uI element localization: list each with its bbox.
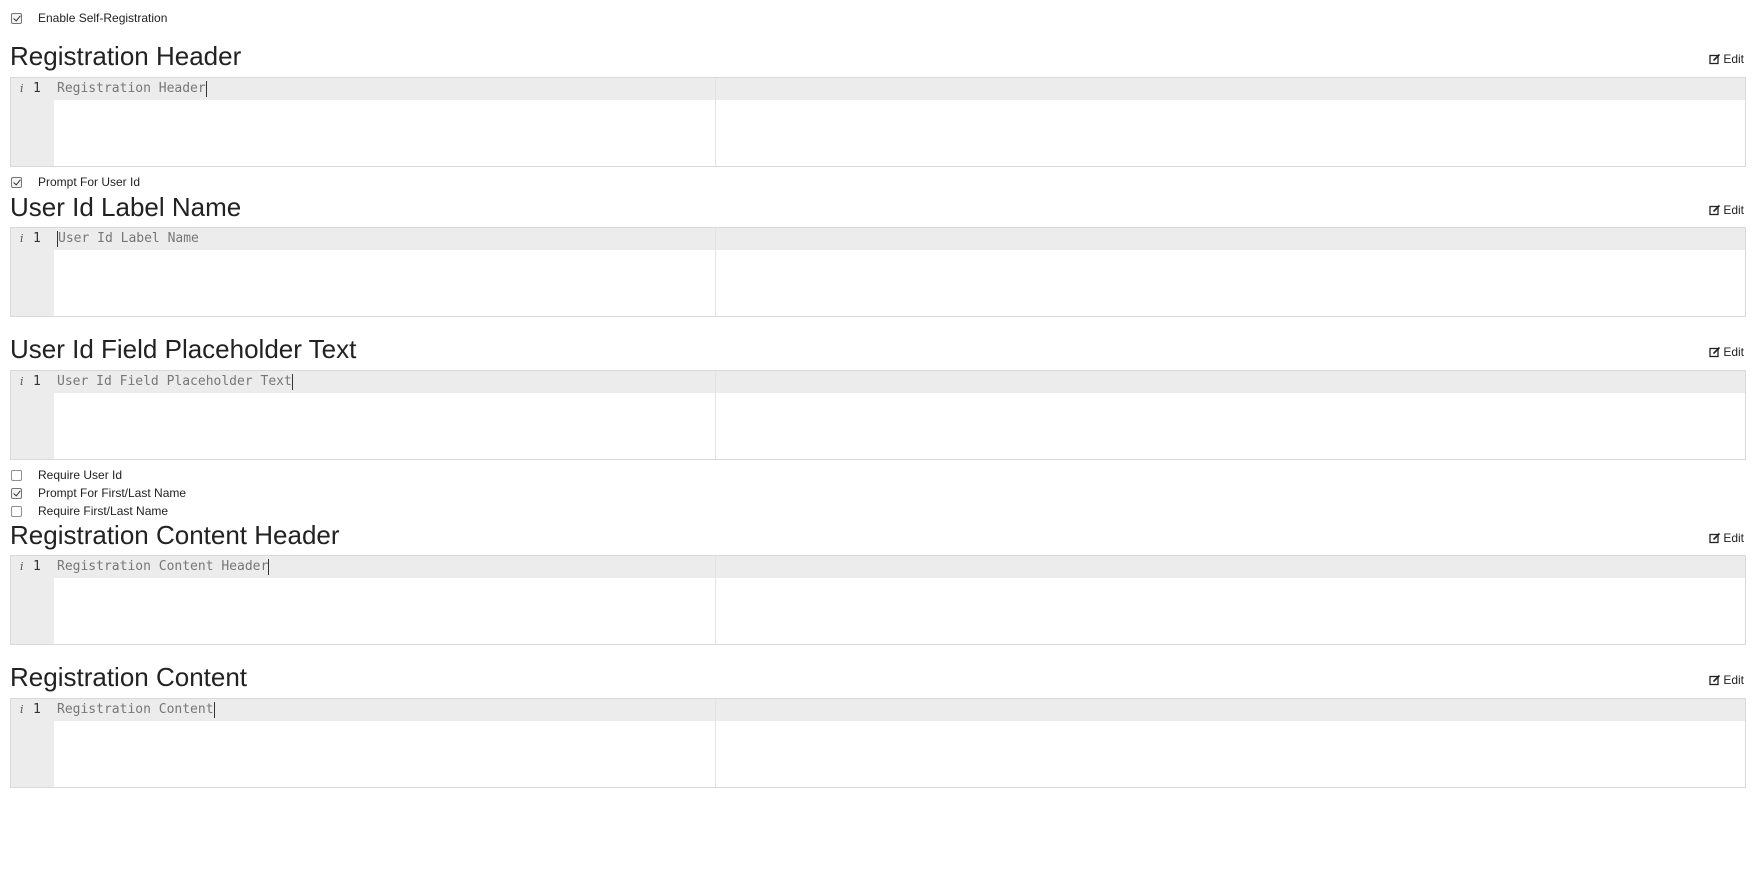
edit-label: Edit <box>1723 345 1744 359</box>
require-user-id-checkbox[interactable] <box>11 469 22 481</box>
text-caret <box>213 702 215 718</box>
require-first-last-checkbox[interactable] <box>11 505 22 517</box>
line-number: 1 <box>33 374 41 389</box>
registration-content-header-title: Registration Content Header <box>10 520 340 550</box>
registration-content-header-editor[interactable]: i 1 Registration Content Header <box>10 555 1746 645</box>
user-id-label-name-title: User Id Label Name <box>10 192 242 222</box>
edit-label: Edit <box>1723 203 1744 217</box>
enable-self-registration-label: Enable Self-Registration <box>38 11 168 25</box>
prompt-first-last-checkbox[interactable] <box>11 487 22 499</box>
editor-active-line <box>11 556 1745 578</box>
editor-text[interactable]: User Id Field Placeholder Text <box>57 374 293 390</box>
editor-active-line <box>11 228 1745 250</box>
edit-square-icon <box>1709 532 1721 544</box>
enable-self-registration-checkbox[interactable] <box>11 12 22 24</box>
require-user-id-label: Require User Id <box>38 468 123 482</box>
info-icon[interactable]: i <box>20 81 24 97</box>
registration-content-header-edit-button[interactable]: Edit <box>1709 531 1744 545</box>
editor-active-line <box>11 78 1745 100</box>
user-id-field-placeholder-editor[interactable]: i 1 User Id Field Placeholder Text <box>10 370 1746 460</box>
registration-settings-page: Enable Self-Registration Registration He… <box>0 0 1757 893</box>
prompt-first-last-row: Prompt For First/Last Name <box>11 485 186 501</box>
editor-text[interactable]: Registration Header <box>57 81 207 97</box>
info-icon[interactable]: i <box>20 702 24 718</box>
registration-content-edit-button[interactable]: Edit <box>1709 673 1744 687</box>
user-id-label-name-editor[interactable]: i 1 User Id Label Name <box>10 227 1746 317</box>
edit-label: Edit <box>1723 673 1744 687</box>
registration-content-editor[interactable]: i 1 Registration Content <box>10 698 1746 788</box>
registration-header-edit-button[interactable]: Edit <box>1709 52 1744 66</box>
edit-square-icon <box>1709 204 1721 216</box>
line-number: 1 <box>33 559 41 574</box>
prompt-for-user-id-label: Prompt For User Id <box>38 175 141 189</box>
info-icon[interactable]: i <box>20 559 24 575</box>
preview-divider <box>715 699 716 787</box>
editor-text[interactable]: User Id Label Name <box>57 231 199 247</box>
line-number: 1 <box>33 702 41 717</box>
registration-header-editor[interactable]: i 1 Registration Header <box>10 77 1746 167</box>
require-user-id-row: Require User Id <box>11 467 122 483</box>
text-caret <box>291 374 293 390</box>
prompt-first-last-label: Prompt For First/Last Name <box>38 486 187 500</box>
preview-divider <box>715 228 716 316</box>
edit-square-icon <box>1709 53 1721 65</box>
text-caret <box>268 559 270 575</box>
user-id-field-placeholder-title: User Id Field Placeholder Text <box>10 334 357 364</box>
registration-header-title: Registration Header <box>10 41 242 71</box>
enable-self-registration-row: Enable Self-Registration <box>11 10 167 26</box>
preview-divider <box>715 371 716 459</box>
edit-label: Edit <box>1723 531 1744 545</box>
user-id-field-placeholder-edit-button[interactable]: Edit <box>1709 345 1744 359</box>
prompt-for-user-id-row: Prompt For User Id <box>11 174 140 190</box>
require-first-last-label: Require First/Last Name <box>38 504 169 518</box>
require-first-last-row: Require First/Last Name <box>11 503 168 519</box>
registration-content-title: Registration Content <box>10 662 248 692</box>
user-id-label-name-edit-button[interactable]: Edit <box>1709 203 1744 217</box>
line-number: 1 <box>33 81 41 96</box>
edit-square-icon <box>1709 346 1721 358</box>
preview-divider <box>715 556 716 644</box>
line-number: 1 <box>33 231 41 246</box>
text-caret <box>205 81 207 97</box>
editor-text[interactable]: Registration Content Header <box>57 559 270 575</box>
edit-label: Edit <box>1723 52 1744 66</box>
preview-divider <box>715 78 716 166</box>
info-icon[interactable]: i <box>20 374 24 390</box>
info-icon[interactable]: i <box>20 231 24 247</box>
prompt-for-user-id-checkbox[interactable] <box>11 176 22 188</box>
editor-active-line <box>11 699 1745 721</box>
edit-square-icon <box>1709 674 1721 686</box>
editor-text[interactable]: Registration Content <box>57 702 215 718</box>
